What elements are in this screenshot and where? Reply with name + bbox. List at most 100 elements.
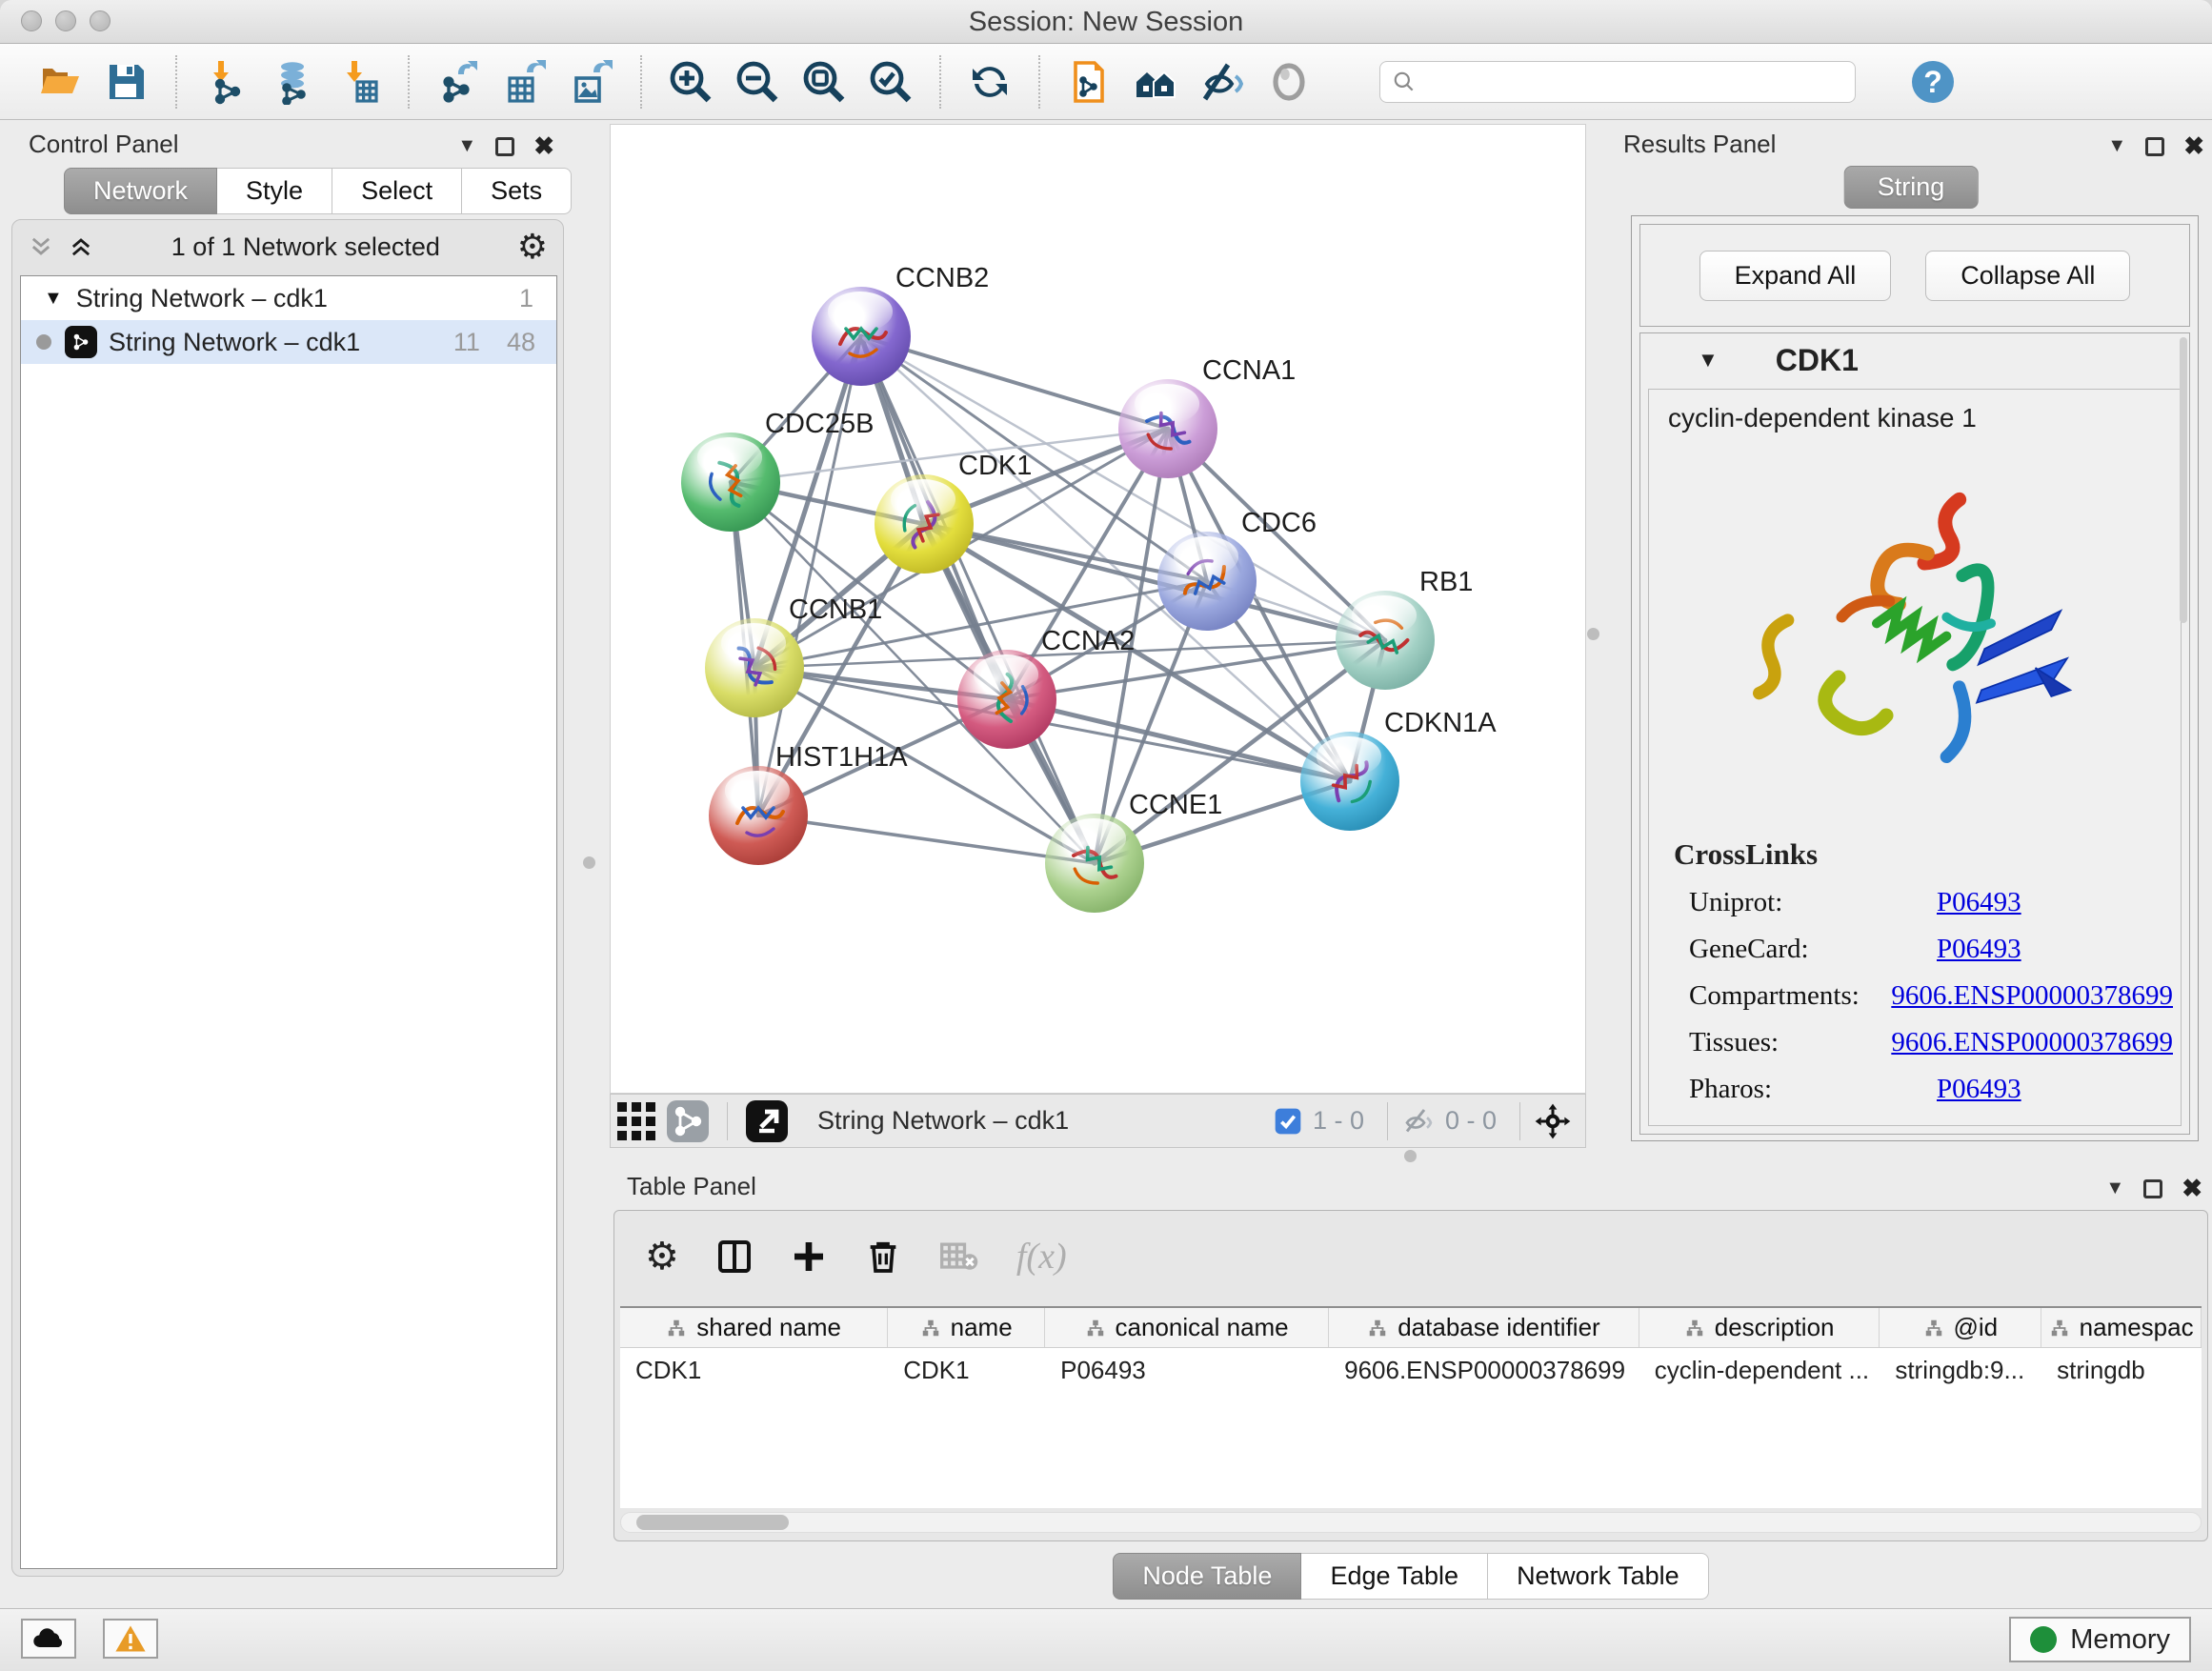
network-collection-row[interactable]: ▼ String Network – cdk1 1 bbox=[21, 276, 556, 320]
show-hidden-button[interactable] bbox=[1256, 52, 1322, 111]
add-column-icon[interactable] bbox=[790, 1238, 828, 1276]
network-node-CCNA1[interactable] bbox=[1118, 379, 1217, 478]
close-panel-icon[interactable]: ✖ bbox=[533, 131, 554, 161]
pan-crosshair-icon[interactable] bbox=[1534, 1102, 1572, 1140]
scrollbar-thumb[interactable] bbox=[636, 1515, 789, 1530]
birdseye-view-button[interactable] bbox=[611, 1092, 662, 1151]
search-field[interactable] bbox=[1379, 61, 1856, 103]
import-database-button[interactable] bbox=[259, 52, 326, 111]
apply-layout-button[interactable] bbox=[956, 52, 1023, 111]
export-table-button[interactable] bbox=[492, 52, 558, 111]
float-panel-icon[interactable]: ▼ bbox=[457, 135, 476, 157]
crosslink-link[interactable]: P06493 bbox=[1937, 887, 2021, 918]
delete-table-icon[interactable] bbox=[938, 1236, 980, 1278]
network-overview-button[interactable] bbox=[1122, 52, 1189, 111]
maximize-panel-icon[interactable] bbox=[2145, 137, 2164, 156]
tab-network[interactable]: Network bbox=[64, 168, 217, 214]
tab-style[interactable]: Style bbox=[217, 168, 332, 214]
import-network-button[interactable] bbox=[192, 52, 259, 111]
network-row[interactable]: String Network – cdk1 11 48 bbox=[21, 320, 556, 364]
close-panel-icon[interactable]: ✖ bbox=[2182, 1174, 2202, 1203]
help-button[interactable]: ? bbox=[1900, 52, 1966, 111]
table-cell[interactable]: 9606.ENSP00000378699 bbox=[1329, 1348, 1639, 1390]
table-cell[interactable]: cyclin-dependent ... bbox=[1639, 1348, 1880, 1390]
column-header-namespac[interactable]: namespac bbox=[2041, 1308, 2202, 1347]
network-node-CDKN1A[interactable] bbox=[1300, 732, 1399, 831]
crosslink-link[interactable]: 9606.ENSP00000378699 bbox=[1891, 980, 2173, 1012]
open-session-button[interactable] bbox=[27, 52, 93, 111]
search-input[interactable] bbox=[1417, 67, 1826, 96]
expand-all-icon[interactable] bbox=[68, 233, 94, 260]
network-node-CDC6[interactable] bbox=[1157, 532, 1257, 631]
zoom-in-button[interactable] bbox=[657, 52, 724, 111]
collapse-all-icon[interactable] bbox=[28, 233, 54, 260]
column-header-canonical-name[interactable]: canonical name bbox=[1045, 1308, 1329, 1347]
tab-edge-table[interactable]: Edge Table bbox=[1301, 1553, 1488, 1600]
maximize-panel-icon[interactable] bbox=[495, 137, 514, 156]
left-splitter-handle[interactable] bbox=[583, 856, 595, 869]
float-panel-icon[interactable]: ▼ bbox=[2107, 135, 2126, 157]
warnings-button[interactable] bbox=[103, 1619, 158, 1659]
expand-all-button[interactable]: Expand All bbox=[1699, 251, 1892, 301]
gene-collapse-icon[interactable]: ▼ bbox=[1698, 348, 1719, 372]
export-network-button[interactable] bbox=[425, 52, 492, 111]
network-options-gear-icon[interactable]: ⚙ bbox=[517, 227, 548, 267]
column-header-database-identifier[interactable]: database identifier bbox=[1329, 1308, 1639, 1347]
share-document-button[interactable] bbox=[1056, 52, 1122, 111]
table-cell[interactable]: CDK1 bbox=[620, 1348, 888, 1390]
column-header-name[interactable]: name bbox=[888, 1308, 1045, 1347]
open-in-browser-button[interactable] bbox=[741, 1092, 793, 1151]
table-cell[interactable]: stringdb:9... bbox=[1880, 1348, 2041, 1390]
crosslink-link[interactable]: P06493 bbox=[1937, 934, 2021, 965]
network-node-CDK1[interactable] bbox=[875, 474, 974, 574]
save-session-button[interactable] bbox=[93, 52, 160, 111]
float-panel-icon[interactable]: ▼ bbox=[2105, 1178, 2124, 1199]
fit-content-button[interactable] bbox=[791, 52, 857, 111]
network-node-CDC25B[interactable] bbox=[681, 433, 780, 532]
crosslink-link[interactable]: P06493 bbox=[1937, 1074, 2021, 1105]
table-cell[interactable]: stringdb bbox=[2041, 1348, 2202, 1390]
hide-selected-button[interactable] bbox=[1189, 52, 1256, 111]
network-edge-CCNB2-CCNE1[interactable] bbox=[861, 336, 1095, 863]
network-node-CCNE1[interactable] bbox=[1045, 814, 1144, 913]
network-badge-button[interactable] bbox=[662, 1092, 714, 1151]
import-table-button[interactable] bbox=[326, 52, 392, 111]
collection-expand-icon[interactable]: ▼ bbox=[44, 288, 63, 310]
gene-section-header[interactable]: ▼ CDK1 bbox=[1640, 333, 2189, 387]
collapse-all-button[interactable]: Collapse All bbox=[1925, 251, 2130, 301]
column-header-@id[interactable]: @id bbox=[1880, 1308, 2041, 1347]
tab-string[interactable]: String bbox=[1844, 166, 1979, 209]
delete-column-trash-icon[interactable] bbox=[864, 1238, 902, 1276]
column-header-description[interactable]: description bbox=[1639, 1308, 1880, 1347]
network-node-CCNA2[interactable] bbox=[957, 650, 1056, 749]
network-node-CCNB1[interactable] bbox=[705, 618, 804, 717]
selected-checkbox-icon[interactable] bbox=[1273, 1106, 1303, 1137]
zoom-selected-button[interactable] bbox=[857, 52, 924, 111]
function-builder-icon[interactable]: f(x) bbox=[1016, 1236, 1067, 1278]
zoom-out-button[interactable] bbox=[724, 52, 791, 111]
maximize-panel-icon[interactable] bbox=[2143, 1179, 2162, 1198]
table-cell[interactable]: CDK1 bbox=[888, 1348, 1045, 1390]
table-row[interactable]: CDK1CDK1P064939606.ENSP00000378699cyclin… bbox=[620, 1348, 2202, 1390]
network-node-HIST1H1A[interactable] bbox=[709, 766, 808, 865]
network-node-RB1[interactable] bbox=[1336, 591, 1435, 690]
memory-button[interactable]: Memory bbox=[2009, 1617, 2191, 1662]
export-image-button[interactable] bbox=[558, 52, 625, 111]
cloud-status-button[interactable] bbox=[21, 1619, 76, 1659]
table-hscrollbar[interactable] bbox=[620, 1512, 2202, 1533]
tab-node-table[interactable]: Node Table bbox=[1113, 1553, 1301, 1600]
table-options-gear-icon[interactable]: ⚙ bbox=[645, 1235, 679, 1278]
tab-network-table[interactable]: Network Table bbox=[1488, 1553, 1709, 1600]
tab-sets[interactable]: Sets bbox=[462, 168, 572, 214]
table-cell[interactable]: P06493 bbox=[1045, 1348, 1329, 1390]
network-view[interactable]: CCNB2CCNA1CDC25BCDK1CDC6RB1CCNB1CCNA2CDK… bbox=[610, 124, 1586, 1094]
close-panel-icon[interactable]: ✖ bbox=[2183, 131, 2204, 161]
bottom-splitter-handle[interactable] bbox=[1404, 1150, 1417, 1162]
results-scrollbar[interactable] bbox=[2180, 337, 2187, 623]
network-node-CCNB2[interactable] bbox=[812, 287, 911, 386]
right-splitter-handle[interactable] bbox=[1587, 628, 1599, 640]
tab-select[interactable]: Select bbox=[332, 168, 462, 214]
crosslink-link[interactable]: 9606.ENSP00000378699 bbox=[1891, 1027, 2173, 1058]
column-header-shared-name[interactable]: shared name bbox=[620, 1308, 888, 1347]
show-columns-icon[interactable] bbox=[715, 1238, 754, 1276]
